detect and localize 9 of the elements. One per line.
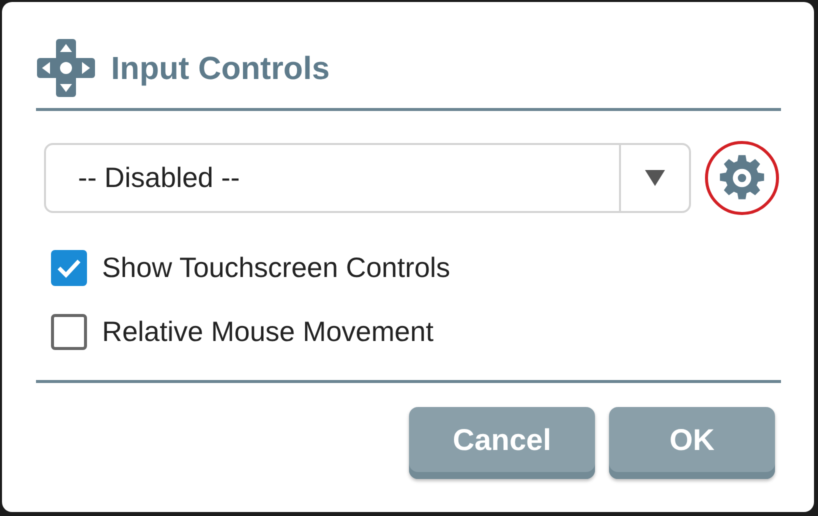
checkbox-option[interactable]: Show Touchscreen Controls: [51, 250, 450, 286]
dialog-title: Input Controls: [111, 50, 330, 86]
caret-icon: [644, 170, 665, 186]
checkbox[interactable]: [51, 314, 87, 350]
checkmark-icon: [56, 257, 82, 279]
dpad-icon: [37, 39, 95, 97]
profile-dropdown[interactable]: -- Disabled --: [44, 143, 691, 213]
checkbox[interactable]: [51, 250, 87, 286]
checkbox-option[interactable]: Relative Mouse Movement: [51, 314, 434, 350]
